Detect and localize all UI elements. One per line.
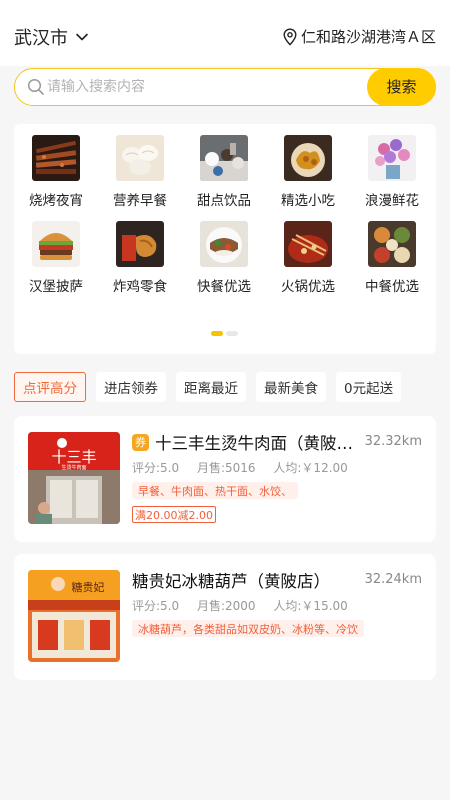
shop-distance: 32.32km <box>364 434 422 449</box>
flower-image <box>368 135 416 181</box>
shop-avg-price: 人均:￥12.00 <box>273 461 348 475</box>
filter-tab-nearest[interactable]: 距离最近 <box>176 372 246 402</box>
location-pin-icon <box>283 27 297 46</box>
shop-sign-text: 糖贵妃 <box>72 580 105 594</box>
category-item-bbq[interactable]: 烧烤夜宵 <box>14 135 98 209</box>
category-label: 汉堡披萨 <box>29 279 83 295</box>
category-label: 火锅优选 <box>281 279 335 295</box>
shop-meta: 评分:5.0 月售:2000 人均:￥15.00 <box>132 597 362 614</box>
category-label: 快餐优选 <box>197 279 251 295</box>
bbq-image <box>32 135 80 181</box>
shop-meta: 评分:5.0 月售:5016 人均:￥12.00 <box>132 459 362 476</box>
dessert-image <box>200 135 248 181</box>
search-button[interactable]: 搜索 <box>367 67 436 106</box>
shop-avg-price: 人均:￥15.00 <box>273 599 348 613</box>
category-item-dessert[interactable]: 甜点饮品 <box>182 135 266 209</box>
category-item-hotpot[interactable]: 火锅优选 <box>266 221 350 295</box>
city-selector[interactable]: 武汉市 <box>14 24 90 50</box>
category-label: 炸鸡零食 <box>113 279 167 295</box>
search-icon <box>27 78 44 95</box>
filter-tab-newest[interactable]: 最新美食 <box>256 372 326 402</box>
shop-promo: 满20.00减2.00 <box>132 506 216 523</box>
category-item-flower[interactable]: 浪漫鲜花 <box>350 135 434 209</box>
category-item-snack[interactable]: 精选小吃 <box>266 135 350 209</box>
snack-image <box>284 135 332 181</box>
filter-tabs: 点评高分 进店领券 距离最近 最新美食 0元起送 <box>14 372 411 402</box>
category-item-burger[interactable]: 汉堡披萨 <box>14 221 98 295</box>
coupon-badge: 券 <box>132 433 149 451</box>
category-item-fried-chicken[interactable]: 炸鸡零食 <box>98 221 182 295</box>
category-label: 浪漫鲜花 <box>365 193 419 209</box>
burger-image <box>32 221 80 267</box>
page-indicator <box>211 331 241 336</box>
shop-sign-text: 十三丰 <box>51 448 96 466</box>
search-input[interactable] <box>47 75 347 99</box>
category-label: 中餐优选 <box>365 279 419 295</box>
chinese-food-image <box>368 221 416 267</box>
shop-rating: 评分:5.0 <box>132 461 180 475</box>
shop-monthly-sales: 月售:2000 <box>196 599 256 613</box>
category-item-fastfood[interactable]: 快餐优选 <box>182 221 266 295</box>
shop-card[interactable]: 十三丰 生烫牛肉面 券 十三丰生烫牛肉面（黄陂店） 32.32km 评分:5.0… <box>14 416 436 542</box>
filter-tab-top-rated[interactable]: 点评高分 <box>14 372 86 402</box>
category-label: 精选小吃 <box>281 193 335 209</box>
category-item-breakfast[interactable]: 营养早餐 <box>98 135 182 209</box>
shop-name: 券 十三丰生烫牛肉面（黄陂店） <box>132 430 357 454</box>
category-item-chinese[interactable]: 中餐优选 <box>350 221 434 295</box>
chevron-down-icon <box>76 33 88 41</box>
category-label: 甜点饮品 <box>197 193 251 209</box>
shop-monthly-sales: 月售:5016 <box>196 461 256 475</box>
shop-tags: 早餐、牛肉面、热干面、水饺、 <box>132 482 298 499</box>
shop-tags: 冰糖葫芦，各类甜品如双皮奶、冰粉等、冷饮 <box>132 620 364 637</box>
shop-card[interactable]: 糖贵妃 糖贵妃冰糖葫芦（黄陂店） 32.24km 评分:5.0 月售:2000 … <box>14 554 436 680</box>
shop-photo: 十三丰 生烫牛肉面 <box>28 432 120 524</box>
fried-chicken-image <box>116 221 164 267</box>
top-bar: 武汉市 仁和路沙湖港湾Ａ区 <box>0 0 450 66</box>
city-label: 武汉市 <box>14 28 68 49</box>
category-grid: 烧烤夜宵 营养早餐 甜点饮品 精选小吃 浪漫鲜花 汉堡披萨 炸鸡零食 快餐优选 … <box>14 124 436 354</box>
page-dot-active <box>211 331 223 336</box>
breakfast-image <box>116 135 164 181</box>
shop-photo: 糖贵妃 <box>28 570 120 662</box>
shop-sign-subtext: 生烫牛肉面 <box>61 464 86 471</box>
filter-tab-free-delivery[interactable]: 0元起送 <box>336 372 402 402</box>
category-label: 烧烤夜宵 <box>29 193 83 209</box>
category-label: 营养早餐 <box>113 193 167 209</box>
hotpot-image <box>284 221 332 267</box>
shop-distance: 32.24km <box>364 572 422 587</box>
shop-rating: 评分:5.0 <box>132 599 180 613</box>
shop-name: 糖贵妃冰糖葫芦（黄陂店） <box>132 572 330 591</box>
location-selector[interactable]: 仁和路沙湖港湾Ａ区 <box>282 26 436 47</box>
fastfood-image <box>200 221 248 267</box>
filter-tab-coupons[interactable]: 进店领券 <box>96 372 166 402</box>
search-bar: 搜索 <box>14 67 436 106</box>
location-label: 仁和路沙湖港湾Ａ区 <box>300 28 436 46</box>
page-dot <box>226 331 238 336</box>
